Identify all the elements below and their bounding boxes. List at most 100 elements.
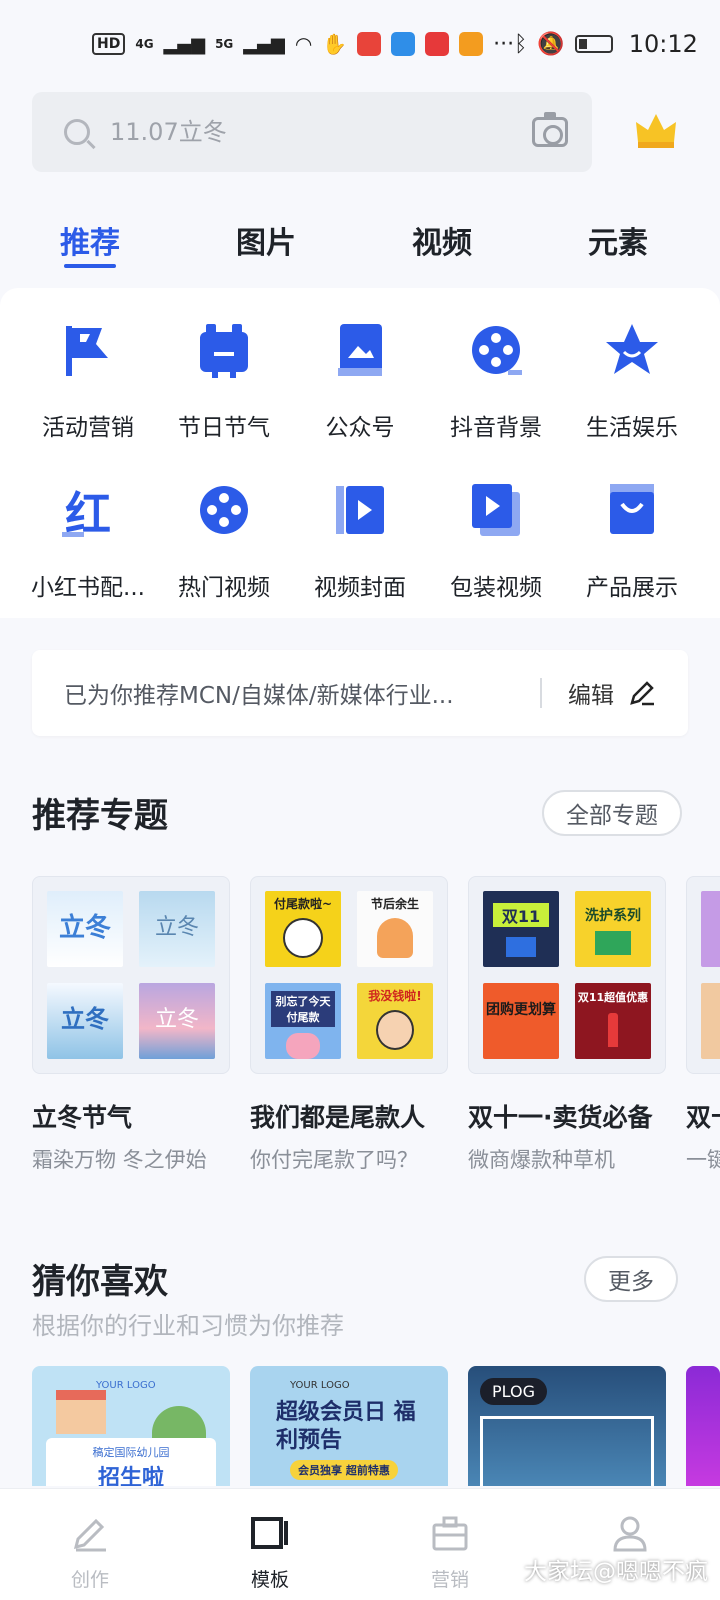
signal-icon: ▂▄▆ (243, 33, 285, 55)
thumbnail: 双11超值优惠 (575, 983, 651, 1059)
topic-card-partial[interactable]: 双十 一键 (686, 876, 720, 1174)
reel-icon (200, 486, 248, 534)
film-reel-icon (472, 326, 522, 375)
search-input[interactable] (110, 118, 532, 146)
thumbnail (701, 983, 720, 1059)
thumbnail: 立冬 (47, 891, 123, 967)
topics-section-title: 推荐专题 (32, 796, 168, 836)
photo-frame (480, 1416, 654, 1486)
tab-bar: 推荐 图片 视频 元素 (0, 200, 720, 288)
app-icon (425, 32, 450, 56)
nav-marketing[interactable]: 营销 (390, 1513, 510, 1592)
hand-icon: ✋ (322, 32, 348, 56)
category-label: 产品展示 (586, 575, 678, 601)
nav-templates[interactable]: 模板 (210, 1513, 330, 1592)
thumbnail-text: 洗护系列 (585, 908, 641, 924)
thumbnail: 别忘了今天付尾款 (265, 983, 341, 1059)
category-life-entertainment[interactable]: 生活娱乐 (564, 318, 700, 442)
category-official-account[interactable]: 公众号 (292, 318, 428, 442)
tab-elements[interactable]: 元素 (588, 200, 648, 262)
watermark: 大家坛@嗯嗯不疯 (524, 1559, 708, 1585)
search-icon (64, 119, 90, 145)
template-card[interactable]: YOUR LOGO 稿定国际幼儿园 招生啦 (32, 1366, 230, 1486)
thumbnail-text: 别忘了今天付尾款 (271, 991, 335, 1027)
thumbnail: 团购更划算 (483, 983, 559, 1059)
thumbnail: 付尾款啦~ (265, 891, 341, 967)
logo-text: YOUR LOGO (290, 1380, 350, 1391)
shopping-bag-icon (610, 484, 654, 534)
signal-icon: ▂▄▆ (163, 33, 206, 55)
promo-graphic (506, 937, 536, 957)
industry-recommend-bar[interactable]: 已为你推荐MCN/自媒体/新媒体行业... 编辑 (32, 650, 688, 736)
thumbnail: 立冬 (139, 983, 215, 1059)
category-label: 节日节气 (178, 415, 270, 441)
guess-section-title: 猜你喜欢 (32, 1262, 168, 1302)
edit-label: 编辑 (568, 683, 614, 709)
category-label: 视频封面 (314, 575, 406, 601)
bluetooth-icon: ᛒ (514, 31, 528, 57)
app-icon (459, 32, 484, 56)
template-icon (251, 1517, 288, 1549)
template-card-partial[interactable] (686, 1366, 720, 1486)
more-button[interactable]: 更多 (584, 1256, 678, 1302)
card-headline: 超级会员日 福利预告 (276, 1400, 416, 1453)
thumbnail: 立冬 (47, 983, 123, 1059)
topic-title: 立冬节气 (32, 1103, 133, 1132)
hd-indicator: HD (92, 33, 126, 55)
plog-badge: PLOG (480, 1378, 547, 1405)
category-xiaohongshu[interactable]: 红 小红书配... (20, 478, 156, 602)
all-topics-button[interactable]: 全部专题 (542, 790, 682, 836)
topic-subtitle: 你付完尾款了吗？ (250, 1148, 418, 1172)
category-product-display[interactable]: 产品展示 (564, 478, 700, 602)
status-right: ᛒ 🔕 10:12 (514, 30, 698, 58)
thumbnail (701, 891, 720, 967)
category-label: 包装视频 (450, 575, 542, 601)
tab-recommend[interactable]: 推荐 (60, 200, 120, 268)
edit-industry-button[interactable]: 编辑 (568, 676, 656, 710)
more-notifications-icon: ··· (493, 31, 515, 57)
template-card[interactable]: YOUR LOGO 超级会员日 福利预告 会员独享 超前特惠 (250, 1366, 448, 1486)
app-icon (357, 32, 382, 56)
pencil-icon (630, 681, 654, 706)
category-label: 抖音背景 (450, 415, 542, 441)
category-video-cover[interactable]: 视频封面 (292, 478, 428, 602)
topic-card-double-eleven[interactable]: 双11 洗护系列 团购更划算 双11超值优惠 双十一·卖货必备 微商爆款种草机 (468, 876, 666, 1174)
crown-icon[interactable] (632, 108, 680, 152)
mute-bell-icon: 🔕 (537, 31, 565, 57)
topic-subtitle: 霜染万物 冬之伊始 (32, 1148, 207, 1172)
topic-cover: 付尾款啦~ 节后余生 别忘了今天付尾款 我没钱啦! (250, 876, 448, 1074)
template-card[interactable]: PLOG (468, 1366, 666, 1486)
topic-card-lidong[interactable]: 立冬 立冬 立冬 立冬 立冬节气 霜染万物 冬之伊始 (32, 876, 230, 1174)
topic-title: 我们都是尾款人 (250, 1103, 426, 1132)
category-packaged-video[interactable]: 包装视频 (428, 478, 564, 602)
card-headline: 招生啦 (97, 1466, 164, 1486)
tab-images[interactable]: 图片 (236, 200, 296, 262)
promo-graphic (595, 931, 631, 955)
topic-card-final-payment[interactable]: 付尾款啦~ 节后余生 别忘了今天付尾款 我没钱啦! 我们都是尾款人 你付完尾款了… (250, 876, 448, 1174)
thumbnail: 双11 (483, 891, 559, 967)
nav-label: 营销 (430, 1569, 469, 1591)
thumbnail-text: 立冬 (58, 913, 111, 943)
category-festivals[interactable]: 节日节气 (156, 318, 292, 442)
lipstick-graphic (608, 1013, 618, 1047)
search-bar[interactable] (32, 92, 592, 172)
picture-book-icon (338, 324, 382, 376)
signal-4g-label: 4G (135, 37, 154, 51)
tab-videos[interactable]: 视频 (412, 200, 472, 262)
camera-icon[interactable] (532, 112, 568, 147)
category-hot-videos[interactable]: 热门视频 (156, 478, 292, 602)
thumbnail: 立冬 (139, 891, 215, 967)
category-activity-marketing[interactable]: 活动营销 (20, 318, 156, 442)
flag-icon (66, 326, 108, 376)
thumbnail: 洗护系列 (575, 891, 651, 967)
divider (540, 678, 542, 708)
clock: 10:12 (628, 30, 698, 58)
category-douyin-background[interactable]: 抖音背景 (428, 318, 564, 442)
nav-create[interactable]: 创作 (30, 1513, 150, 1592)
star-icon (606, 324, 658, 374)
battery-icon (574, 35, 613, 53)
thumbnail-text: 付尾款啦~ (273, 897, 333, 911)
topic-cover (686, 876, 720, 1074)
thumbnail-text: 双11超值优惠 (577, 991, 649, 1004)
card-caption: 会员独享 超前特惠 (290, 1460, 398, 1480)
